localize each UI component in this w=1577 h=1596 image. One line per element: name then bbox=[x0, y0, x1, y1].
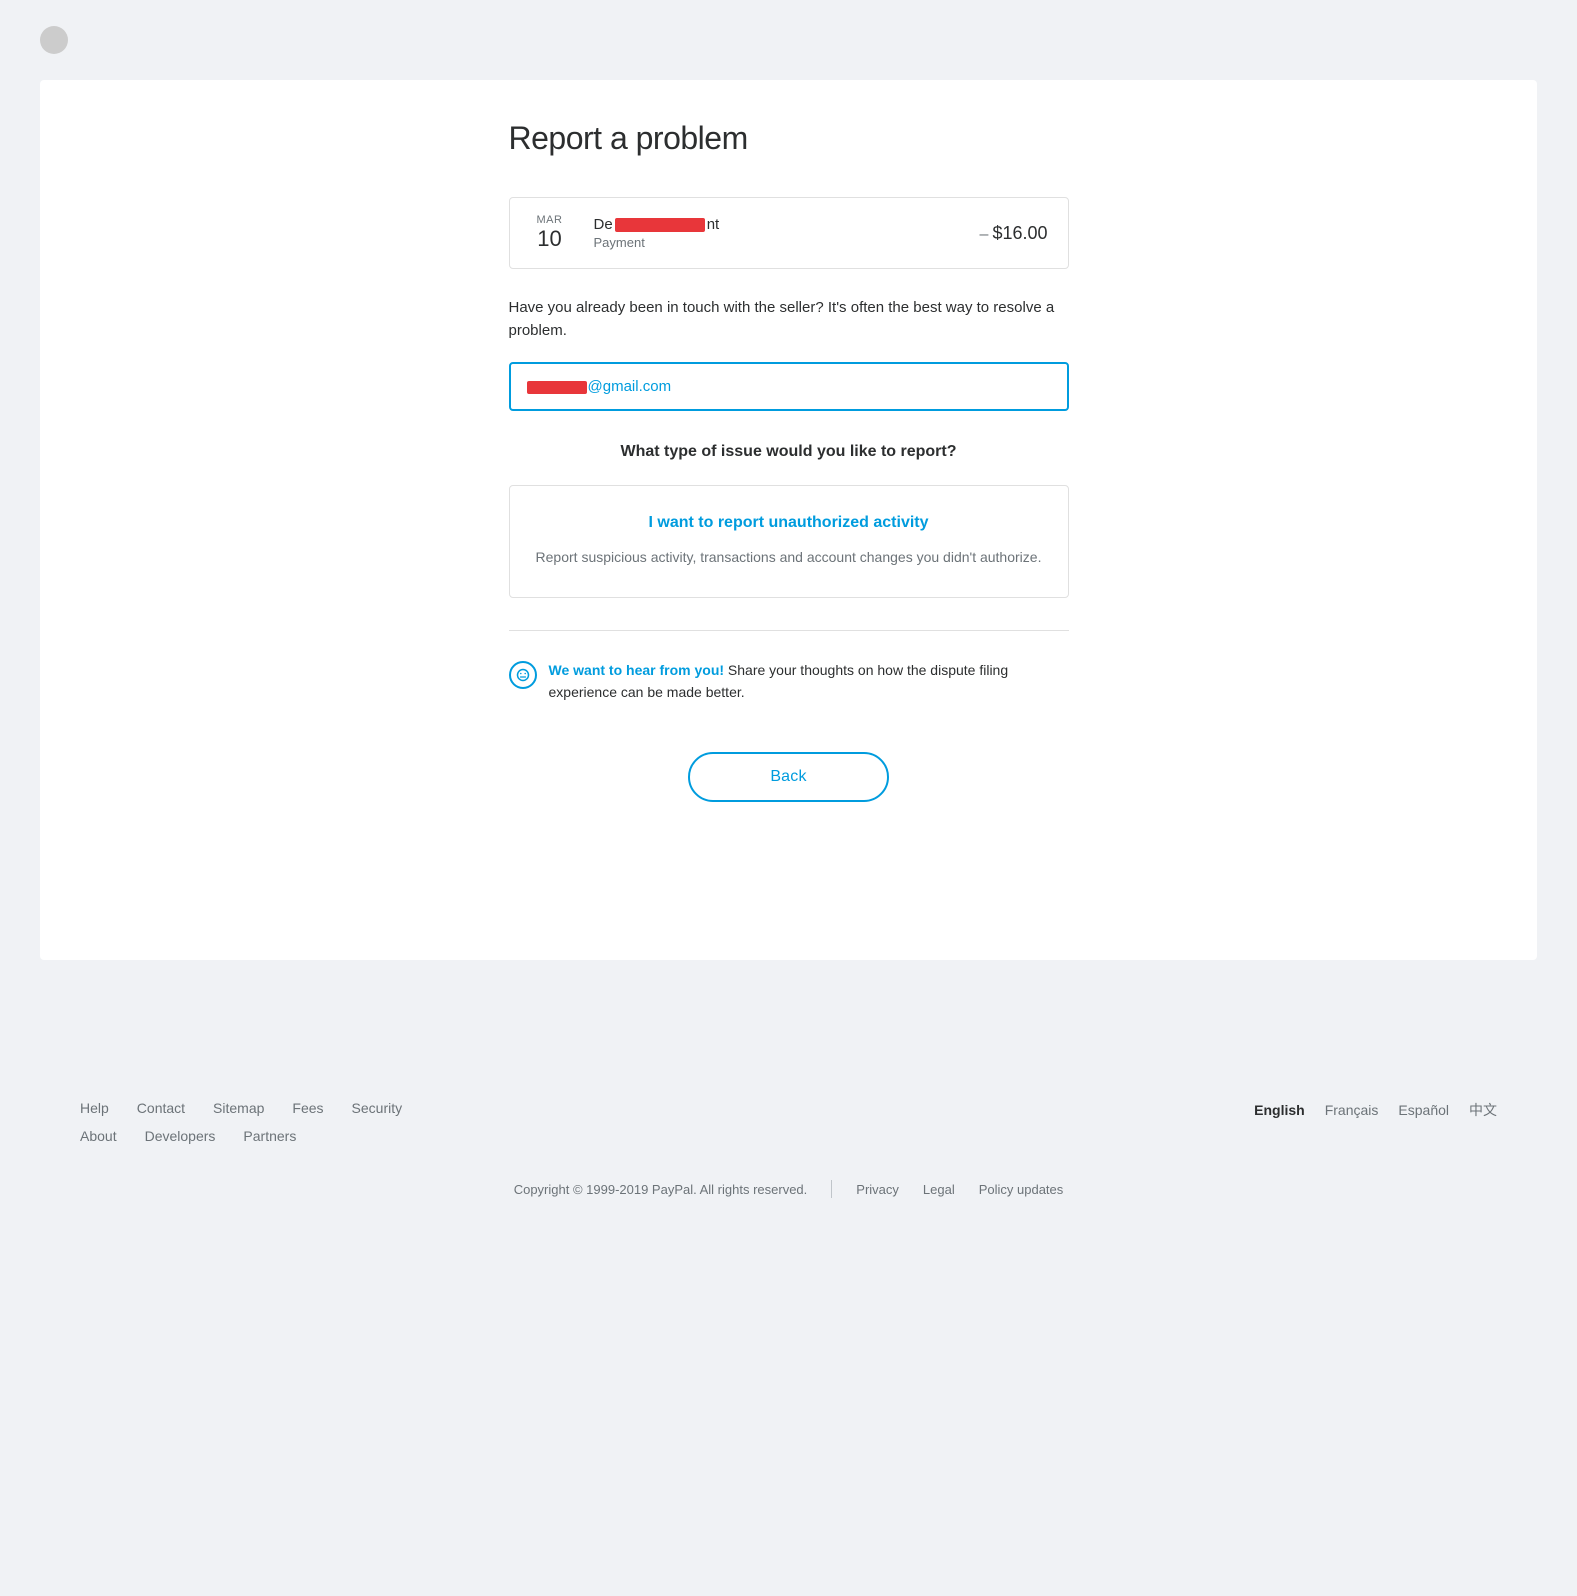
transaction-day: 10 bbox=[530, 226, 570, 252]
footer-link-sitemap[interactable]: Sitemap bbox=[213, 1100, 264, 1116]
lang-english[interactable]: English bbox=[1254, 1102, 1305, 1118]
footer-link-privacy[interactable]: Privacy bbox=[856, 1182, 899, 1197]
transaction-name-redacted bbox=[615, 218, 705, 232]
lang-spanish[interactable]: Español bbox=[1398, 1102, 1449, 1118]
email-suffix: @gmail.com bbox=[588, 378, 672, 395]
transaction-info: De nt Payment bbox=[594, 216, 980, 250]
transaction-name: De nt bbox=[594, 216, 980, 233]
footer-row-2: About Developers Partners bbox=[80, 1128, 402, 1144]
footer-copyright: Copyright © 1999-2019 PayPal. All rights… bbox=[514, 1182, 808, 1197]
feedback-text: We want to hear from you! Share your tho… bbox=[549, 659, 1069, 704]
footer-languages: English Français Español 中文 bbox=[1254, 1100, 1497, 1120]
option-card[interactable]: I want to report unauthorized activity R… bbox=[509, 485, 1069, 597]
option-card-title: I want to report unauthorized activity bbox=[534, 514, 1044, 532]
lang-french[interactable]: Français bbox=[1325, 1102, 1379, 1118]
transaction-name-suffix: nt bbox=[707, 216, 720, 233]
main-card: Report a problem MAR 10 De nt Payment –$1… bbox=[40, 80, 1537, 960]
email-field[interactable]: @gmail.com bbox=[509, 362, 1069, 411]
middle-spacer bbox=[0, 960, 1577, 1060]
option-card-desc: Report suspicious activity, transactions… bbox=[534, 546, 1044, 568]
transaction-date: MAR 10 bbox=[530, 214, 570, 252]
footer-row-1: Help Contact Sitemap Fees Security bbox=[80, 1100, 402, 1116]
content-area: Report a problem MAR 10 De nt Payment –$1… bbox=[489, 120, 1089, 802]
feedback-icon bbox=[509, 661, 537, 689]
footer-link-contact[interactable]: Contact bbox=[137, 1100, 185, 1116]
transaction-type: Payment bbox=[594, 235, 980, 250]
footer-links: Help Contact Sitemap Fees Security About… bbox=[0, 1060, 1577, 1164]
contact-prompt: Have you already been in touch with the … bbox=[509, 297, 1069, 342]
top-nav bbox=[0, 0, 1577, 80]
nav-logo bbox=[40, 26, 68, 54]
feedback-highlight: We want to hear from you! bbox=[549, 662, 725, 678]
footer-vertical-divider bbox=[831, 1180, 832, 1198]
footer-left: Help Contact Sitemap Fees Security About… bbox=[80, 1100, 402, 1144]
lang-chinese[interactable]: 中文 bbox=[1469, 1100, 1497, 1120]
back-button[interactable]: Back bbox=[688, 752, 888, 802]
footer-link-about[interactable]: About bbox=[80, 1128, 117, 1144]
footer-link-legal[interactable]: Legal bbox=[923, 1182, 955, 1197]
transaction-month: MAR bbox=[530, 214, 570, 226]
email-redacted bbox=[527, 381, 587, 394]
transaction-card: MAR 10 De nt Payment –$16.00 bbox=[509, 197, 1069, 269]
feedback-row: We want to hear from you! Share your tho… bbox=[509, 659, 1069, 704]
back-button-wrap: Back bbox=[509, 752, 1069, 802]
footer-bottom: Copyright © 1999-2019 PayPal. All rights… bbox=[0, 1164, 1577, 1222]
footer-link-fees[interactable]: Fees bbox=[292, 1100, 323, 1116]
transaction-amount: –$16.00 bbox=[980, 223, 1048, 244]
transaction-dash: – bbox=[980, 226, 989, 243]
footer-link-security[interactable]: Security bbox=[352, 1100, 403, 1116]
page-title: Report a problem bbox=[509, 120, 1069, 157]
footer-link-help[interactable]: Help bbox=[80, 1100, 109, 1116]
transaction-name-prefix: De bbox=[594, 216, 613, 233]
footer-link-partners[interactable]: Partners bbox=[243, 1128, 296, 1144]
footer-link-policy-updates[interactable]: Policy updates bbox=[979, 1182, 1064, 1197]
section-divider bbox=[509, 630, 1069, 631]
issue-question: What type of issue would you like to rep… bbox=[509, 443, 1069, 461]
footer-link-developers[interactable]: Developers bbox=[145, 1128, 216, 1144]
transaction-amount-value: $16.00 bbox=[992, 223, 1047, 243]
